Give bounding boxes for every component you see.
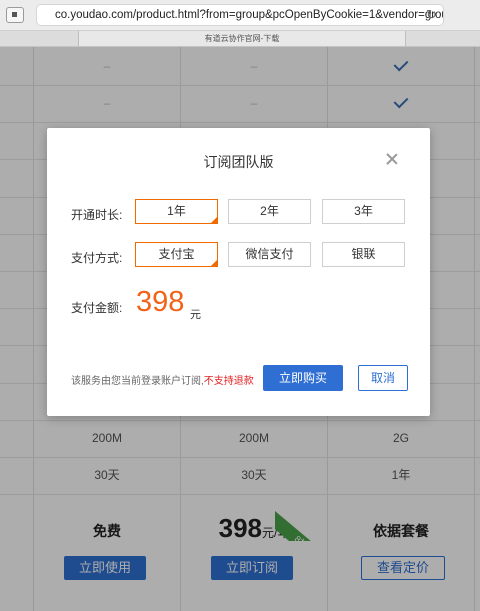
payment-option-alipay[interactable]: 支付宝 — [135, 242, 218, 267]
payment-label: 支付方式: — [71, 251, 123, 265]
duration-option-2[interactable]: 2年 — [228, 199, 311, 224]
duration-option-3[interactable]: 3年 — [322, 199, 405, 224]
close-icon[interactable] — [385, 152, 399, 166]
address-bar[interactable]: co.youdao.com/product.html?from=group&pc… — [36, 4, 444, 26]
subscribe-dialog: 订阅团队版 开通时长: 1年 2年 3年 支付方式: 支付宝 微信支付 银联 支… — [47, 128, 430, 416]
tab-strip: 有道云协作官网-下载 — [0, 31, 480, 47]
no-refund-warning: 不支持退款 — [203, 376, 254, 387]
amount-label: 支付金额: — [71, 301, 123, 315]
payment-amount: 398 — [136, 286, 185, 318]
duration-option-1[interactable]: 1年 — [135, 199, 218, 224]
url-text: co.youdao.com/product.html?from=group&pc… — [55, 9, 444, 21]
tab-title: 有道云协作官网-下载 — [204, 34, 280, 43]
amount-unit: 元 — [190, 309, 201, 321]
buy-now-button[interactable]: 立即购买 — [263, 365, 343, 391]
refund-notice: 该服务由您当前登录账户订阅,不支持退款 — [71, 372, 254, 387]
browser-toolbar: co.youdao.com/product.html?from=group&pc… — [0, 0, 480, 31]
sidebar-toggle-icon[interactable] — [6, 7, 24, 23]
reload-icon[interactable]: ↻ — [426, 5, 437, 25]
browser-tab[interactable]: 有道云协作官网-下载 — [78, 31, 406, 46]
payment-option-unionpay[interactable]: 银联 — [322, 242, 405, 267]
dialog-title: 订阅团队版 — [203, 154, 274, 170]
payment-option-wechat[interactable]: 微信支付 — [228, 242, 311, 267]
cancel-button[interactable]: 取消 — [358, 365, 408, 391]
duration-label: 开通时长: — [71, 208, 123, 222]
notice-text: 该服务由您当前登录账户订阅, — [71, 376, 204, 387]
